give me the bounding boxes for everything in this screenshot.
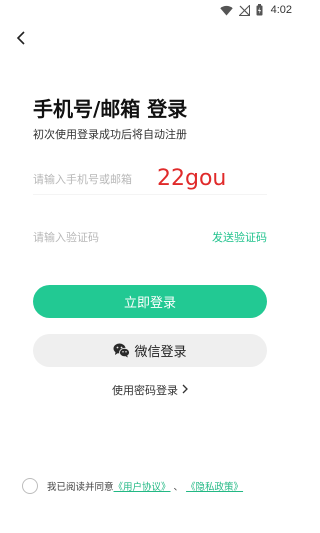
account-field: 22gou: [33, 165, 267, 195]
chevron-left-icon: [15, 30, 27, 50]
send-code-button[interactable]: 发送验证码: [212, 229, 267, 245]
agreement-separator: 、: [173, 482, 184, 493]
battery-charging-icon: [256, 4, 263, 16]
page-subtitle: 初次使用登录成功后将自动注册: [33, 128, 187, 141]
wechat-login-button[interactable]: 微信登录: [33, 334, 267, 367]
status-bar: 4:02: [0, 0, 300, 20]
login-button-label: 立即登录: [123, 296, 176, 311]
privacy-policy-link[interactable]: 《隐私政策》: [186, 479, 243, 493]
account-overlay-text: 22gou: [157, 166, 227, 191]
wechat-icon: [113, 343, 131, 358]
login-button[interactable]: 立即登录: [33, 285, 267, 318]
password-login-label: 使用密码登录: [112, 384, 178, 397]
verification-code-input[interactable]: [33, 230, 153, 244]
back-button[interactable]: [10, 28, 32, 52]
wifi-icon: [219, 5, 233, 16]
agreement-checkbox[interactable]: [22, 478, 38, 494]
status-time: 4:02: [270, 4, 292, 16]
page-title: 手机号/邮箱 登录: [33, 97, 188, 121]
user-agreement-link[interactable]: 《用户协议》: [114, 479, 171, 493]
wechat-login-label: 微信登录: [134, 345, 187, 360]
agreement-row: 我已阅读并同意 《用户协议》 、 《隐私政策》: [22, 478, 243, 494]
password-login-link[interactable]: 使用密码登录: [0, 382, 300, 398]
no-signal-icon: [238, 4, 250, 16]
account-input[interactable]: [33, 173, 153, 186]
chevron-right-icon: [182, 384, 188, 397]
verification-code-field: 发送验证码: [33, 222, 267, 252]
login-page: 4:02 手机号/邮箱 登录 初次使用登录成功后将自动注册 22gou 发送验证…: [0, 0, 300, 533]
agreement-prefix: 我已阅读并同意: [47, 482, 114, 493]
